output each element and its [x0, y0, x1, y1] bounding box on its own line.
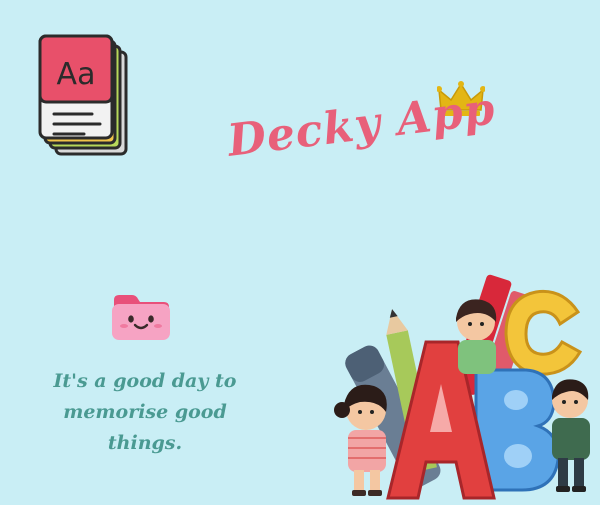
book-icon-label: Aa	[57, 57, 96, 92]
tagline: It's a good day to memorise good things.	[53, 370, 237, 454]
abc-kids-illustration	[334, 274, 590, 500]
app-title: Decky App	[224, 83, 499, 167]
book-stack-icon: Aa	[38, 34, 128, 156]
folder-face-icon	[112, 295, 170, 340]
